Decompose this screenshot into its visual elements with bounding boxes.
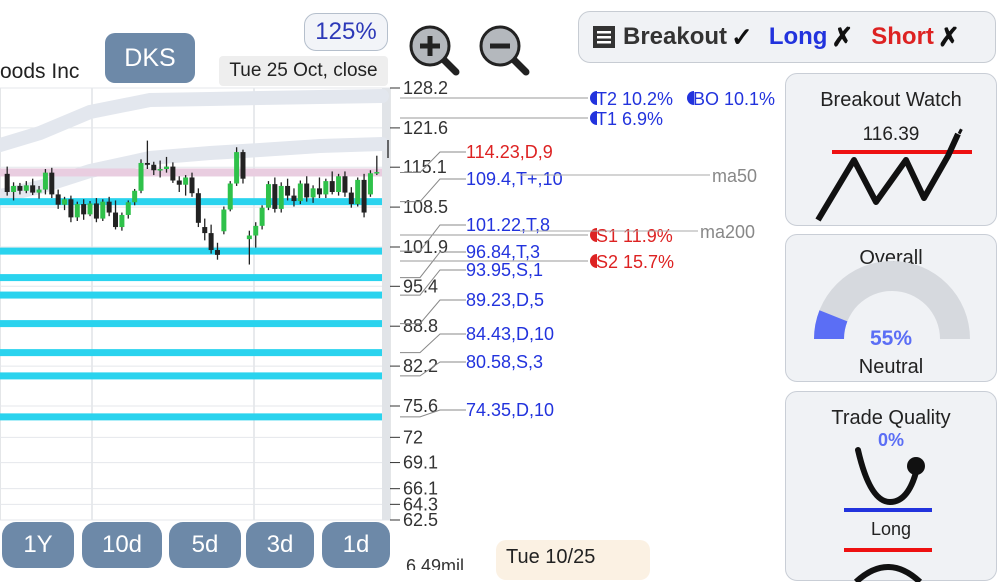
- support-line-3: [0, 274, 382, 282]
- target-label-4: S2 15.7%: [596, 252, 674, 272]
- support-line-6: [0, 349, 382, 357]
- y-tick-label-4: 101.9: [403, 237, 448, 257]
- trade-quality-direction: Long: [870, 519, 912, 539]
- strategy-toolbar: Breakout ✓ Long ✗ Short ✗: [578, 11, 996, 63]
- support-line-5: [0, 320, 382, 328]
- candle-40: [259, 205, 265, 230]
- ticker-button[interactable]: DKS: [105, 33, 195, 83]
- y-tick-label-6: 88.8: [403, 316, 438, 336]
- support-level-label-4: 93.95,S,1: [466, 260, 543, 280]
- candle-57: [367, 170, 373, 197]
- support-level-label-7: 80.58,S,3: [466, 352, 543, 372]
- candle-55: [355, 177, 361, 207]
- target-label-1: BO 10.1%: [693, 89, 775, 109]
- trade-quality-panel[interactable]: Trade Quality 0% Long: [785, 391, 997, 582]
- candle-35: [227, 181, 233, 212]
- support-level-label-6: 84.43,D,10: [466, 324, 554, 344]
- zoom-in-icon[interactable]: [406, 22, 462, 78]
- range-button-10d[interactable]: 10d: [82, 522, 162, 568]
- support-leader-6: [400, 333, 466, 354]
- target-label-0: T2 10.2%: [596, 89, 673, 109]
- support-level-label-2: 101.22,T,8: [466, 215, 550, 235]
- candle-34: [221, 206, 227, 235]
- breakout-pattern-icon: [815, 127, 972, 222]
- volume-label: 6.49mil: [406, 556, 464, 570]
- support-line-4: [0, 291, 382, 299]
- scroll-rail: [382, 88, 390, 520]
- candle-43: [278, 182, 284, 213]
- overall-sentiment: Neutral: [858, 356, 924, 378]
- range-button-5d[interactable]: 5d: [169, 522, 241, 568]
- y-tick-label-10: 69.1: [403, 453, 438, 473]
- candle-36: [234, 147, 240, 186]
- overall-percent: 55%: [869, 327, 913, 350]
- footer-date-label: Tue 10/25: [496, 540, 650, 580]
- breakout-check-icon: ✓: [731, 21, 753, 52]
- y-tick-label-13: 62.5: [403, 510, 438, 530]
- range-button-1y[interactable]: 1Y: [2, 522, 74, 568]
- trade-quality-pattern-icon: [844, 447, 932, 582]
- candle-46: [297, 180, 303, 205]
- short-cross-icon: ✗: [937, 21, 960, 52]
- support-line-7: [0, 372, 382, 380]
- candle-56: [361, 173, 367, 218]
- support-line-8: [0, 413, 382, 421]
- breakout-toggle[interactable]: Breakout: [623, 23, 727, 51]
- long-cross-icon: ✗: [831, 21, 854, 52]
- candle-37: [240, 149, 246, 184]
- support-level-label-5: 89.23,D,5: [466, 290, 544, 310]
- y-tick-label-7: 82.2: [403, 356, 438, 376]
- support-level-label-8: 74.35,D,10: [466, 400, 554, 420]
- target-label-3: S1 11.9%: [596, 226, 673, 246]
- ma-label-0: ma50: [712, 166, 757, 186]
- range-button-1d[interactable]: 1d: [322, 522, 390, 568]
- candle-41: [265, 181, 271, 211]
- support-line-2: [0, 247, 382, 255]
- chart-date-label: Tue 25 Oct, close: [219, 56, 388, 86]
- company-name: oods Inc: [0, 60, 80, 83]
- candle-15: [100, 199, 106, 222]
- y-tick-label-3: 108.5: [403, 197, 448, 217]
- y-tick-label-0: 128.2: [403, 78, 448, 98]
- target-label-2: T1 6.9%: [596, 109, 663, 129]
- breakout-watch-panel[interactable]: Breakout Watch 116.39: [785, 73, 997, 226]
- list-icon[interactable]: [591, 24, 617, 50]
- zoom-out-icon[interactable]: [476, 22, 532, 78]
- zoom-level-badge[interactable]: 125%: [304, 13, 388, 51]
- ma-label-1: ma200: [700, 222, 755, 242]
- support-level-label-1: 109.4,T+,10: [466, 169, 563, 189]
- support-level-label-0: 114.23,D,9: [466, 142, 553, 162]
- support-level-label-3: 96.84,T,3: [466, 242, 540, 262]
- overall-panel[interactable]: Overall 55% Neutral: [785, 234, 997, 382]
- range-button-3d[interactable]: 3d: [246, 522, 314, 568]
- y-tick-label-1: 121.6: [403, 118, 448, 138]
- short-toggle[interactable]: Short: [871, 23, 934, 51]
- resistance-band: [0, 168, 382, 177]
- candle-21: [138, 159, 144, 194]
- long-toggle[interactable]: Long: [769, 23, 828, 51]
- candle-30: [195, 188, 201, 228]
- y-tick-label-9: 72: [403, 427, 423, 447]
